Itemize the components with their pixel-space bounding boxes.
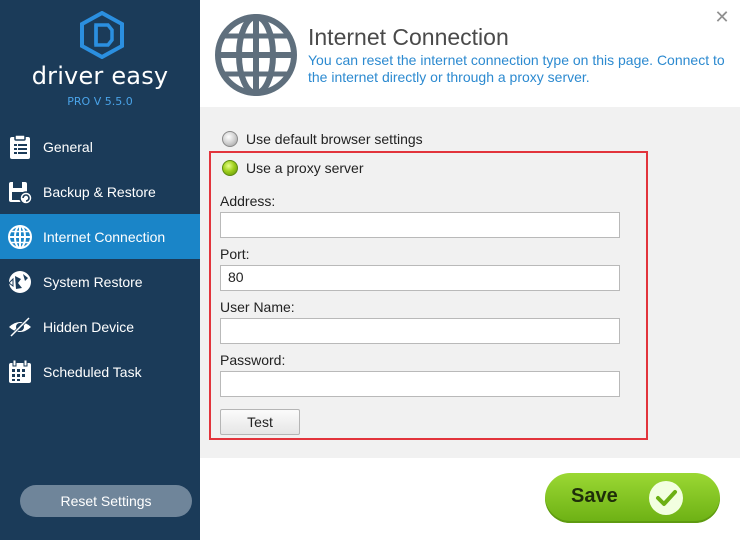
brand-name: driver easy <box>31 62 169 90</box>
save-button-label: Save <box>571 485 618 507</box>
sidebar-item-label: General <box>43 138 93 155</box>
address-field[interactable] <box>220 212 620 238</box>
password-field[interactable] <box>220 371 620 397</box>
radio-button-checked[interactable] <box>222 160 238 176</box>
settings-window: driver easy PRO V 5.5.0 General Backup &… <box>0 0 740 540</box>
sidebar-item-system-restore[interactable]: System Restore <box>0 259 200 304</box>
sidebar-item-label: Hidden Device <box>43 318 135 335</box>
sidebar-item-scheduled-task[interactable]: Scheduled Task <box>0 349 200 394</box>
sidebar-item-label: System Restore <box>43 273 143 290</box>
version-label: PRO V 5.5.0 <box>67 95 133 108</box>
sidebar-item-hidden-device[interactable]: Hidden Device <box>0 304 200 349</box>
eye-slash-icon <box>7 314 33 340</box>
proxy-server-option-label: Use a proxy server <box>246 160 364 176</box>
save-button[interactable]: Save <box>545 473 720 523</box>
calendar-icon <box>7 359 33 385</box>
sidebar-item-label: Internet Connection <box>43 228 166 245</box>
username-field[interactable] <box>220 318 620 344</box>
page-description: You can reset the internet connection ty… <box>308 52 725 85</box>
default-browser-option-label: Use default browser settings <box>246 131 423 147</box>
driver-easy-logo-icon <box>80 11 124 59</box>
port-field[interactable]: 80 <box>220 265 620 291</box>
close-icon[interactable]: ✕ <box>712 8 732 28</box>
username-label: User Name: <box>220 299 295 315</box>
clipboard-icon <box>7 133 33 160</box>
port-label: Port: <box>220 246 250 262</box>
reset-settings-button[interactable]: Reset Settings <box>20 485 192 517</box>
sidebar-nav: General Backup & Restore Internet Connec… <box>0 124 200 394</box>
page-header: Internet Connection You can reset the in… <box>200 0 740 107</box>
proxy-server-option[interactable]: Use a proxy server <box>222 160 363 176</box>
sidebar-item-backup-restore[interactable]: Backup & Restore <box>0 169 200 214</box>
page-title: Internet Connection <box>308 24 509 50</box>
system-restore-icon <box>7 269 33 295</box>
sidebar-item-label: Scheduled Task <box>43 363 142 380</box>
sidebar-item-label: Backup & Restore <box>43 183 156 200</box>
sidebar-item-internet-connection[interactable]: Internet Connection <box>0 214 200 259</box>
sidebar-item-general[interactable]: General <box>0 124 200 169</box>
sidebar: driver easy PRO V 5.5.0 General Backup &… <box>0 0 200 540</box>
radio-button-unchecked[interactable] <box>222 131 238 147</box>
backup-restore-icon <box>7 179 33 205</box>
test-button[interactable]: Test <box>220 409 300 435</box>
default-browser-option[interactable]: Use default browser settings <box>222 131 423 147</box>
globe-icon <box>7 224 33 250</box>
password-label: Password: <box>220 352 286 368</box>
globe-icon <box>215 14 297 96</box>
checkmark-icon <box>649 481 683 515</box>
logo: driver easy PRO V 5.5.0 <box>0 0 200 120</box>
address-label: Address: <box>220 193 276 209</box>
